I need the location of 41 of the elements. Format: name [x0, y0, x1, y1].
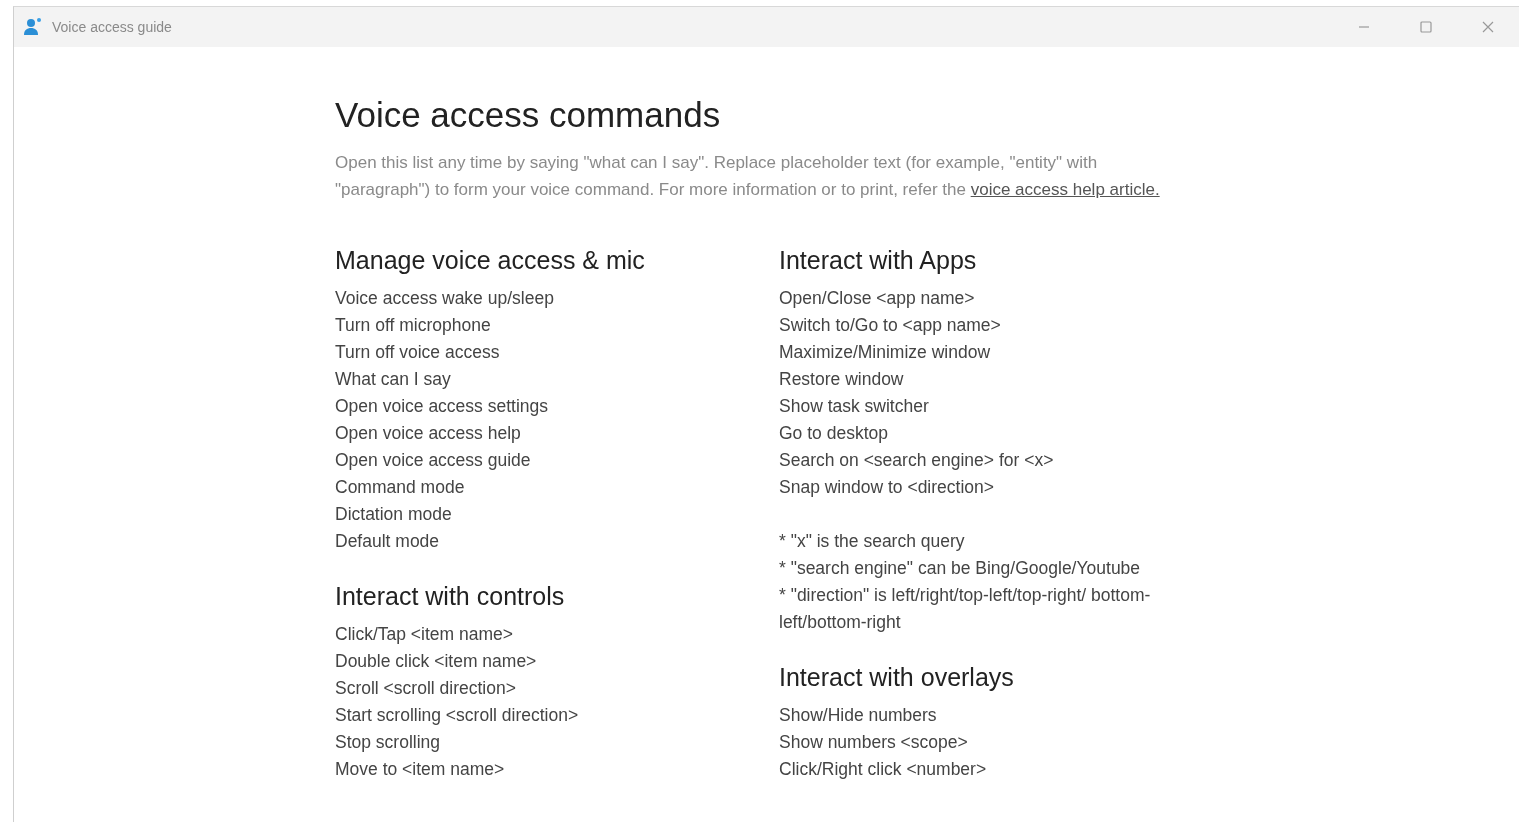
command-text: Switch to/Go to <app name>	[779, 314, 1002, 337]
command-text: Click/Right click <number>	[779, 758, 988, 781]
command-text: Double click <item name>	[335, 650, 538, 673]
command-text: Start scrolling <scroll direction>	[335, 704, 580, 727]
page-heading: Voice access commands	[335, 95, 722, 135]
window-title: Voice access guide	[52, 19, 172, 35]
close-icon	[1482, 21, 1494, 33]
command-text: Show numbers <scope>	[779, 731, 969, 754]
command-text: Turn off voice access	[335, 341, 501, 364]
note-text: * "x" is the search query	[779, 530, 966, 553]
command-text: Move to <item name>	[335, 758, 506, 781]
command-text: Show/Hide numbers	[779, 704, 938, 727]
command-text: Open voice access guide	[335, 449, 532, 472]
section-heading: Interact with controls	[335, 581, 566, 612]
section-heading: Manage voice access & mic	[335, 245, 646, 276]
note-text: * "search engine" can be Bing/Google/Youtube	[779, 557, 1142, 580]
intro-paragraph: Open this list any time by saying "what can I say". Replace placeholder text (for example, "entity" with "paragraph") to form your voice command. For more information or to print, refer the voice access help article.	[335, 152, 1161, 201]
command-text: Open voice access help	[335, 422, 522, 445]
command-text: Default mode	[335, 530, 441, 553]
people-icon	[24, 17, 44, 37]
section-heading: Interact with Apps	[779, 245, 978, 276]
command-text: Show task switcher	[779, 395, 930, 418]
command-text: Stop scrolling	[335, 731, 442, 754]
command-text: Open/Close <app name>	[779, 287, 976, 310]
command-text: Search on <search engine> for <x>	[779, 449, 1055, 472]
command-text: Command mode	[335, 476, 466, 499]
command-text: Snap window to <direction>	[779, 476, 995, 499]
section-heading: Interact with overlays	[779, 662, 1015, 693]
command-text: Turn off microphone	[335, 314, 492, 337]
note-text: * "direction" is left/right/top-left/top-right/ bottom-left/bottom-right	[779, 584, 1152, 634]
command-text: Open voice access settings	[335, 395, 550, 418]
command-text: Dictation mode	[335, 503, 453, 526]
command-text: What can I say	[335, 368, 452, 391]
command-text: Go to desktop	[779, 422, 889, 445]
maximize-icon	[1420, 21, 1432, 33]
command-text: Maximize/Minimize window	[779, 341, 992, 364]
command-text: Restore window	[779, 368, 905, 391]
command-text: Scroll <scroll direction>	[335, 677, 517, 700]
command-text: Click/Tap <item name>	[335, 623, 514, 646]
command-text: Voice access wake up/sleep	[335, 287, 555, 310]
help-article-link[interactable]: voice access help article.	[970, 180, 1160, 199]
